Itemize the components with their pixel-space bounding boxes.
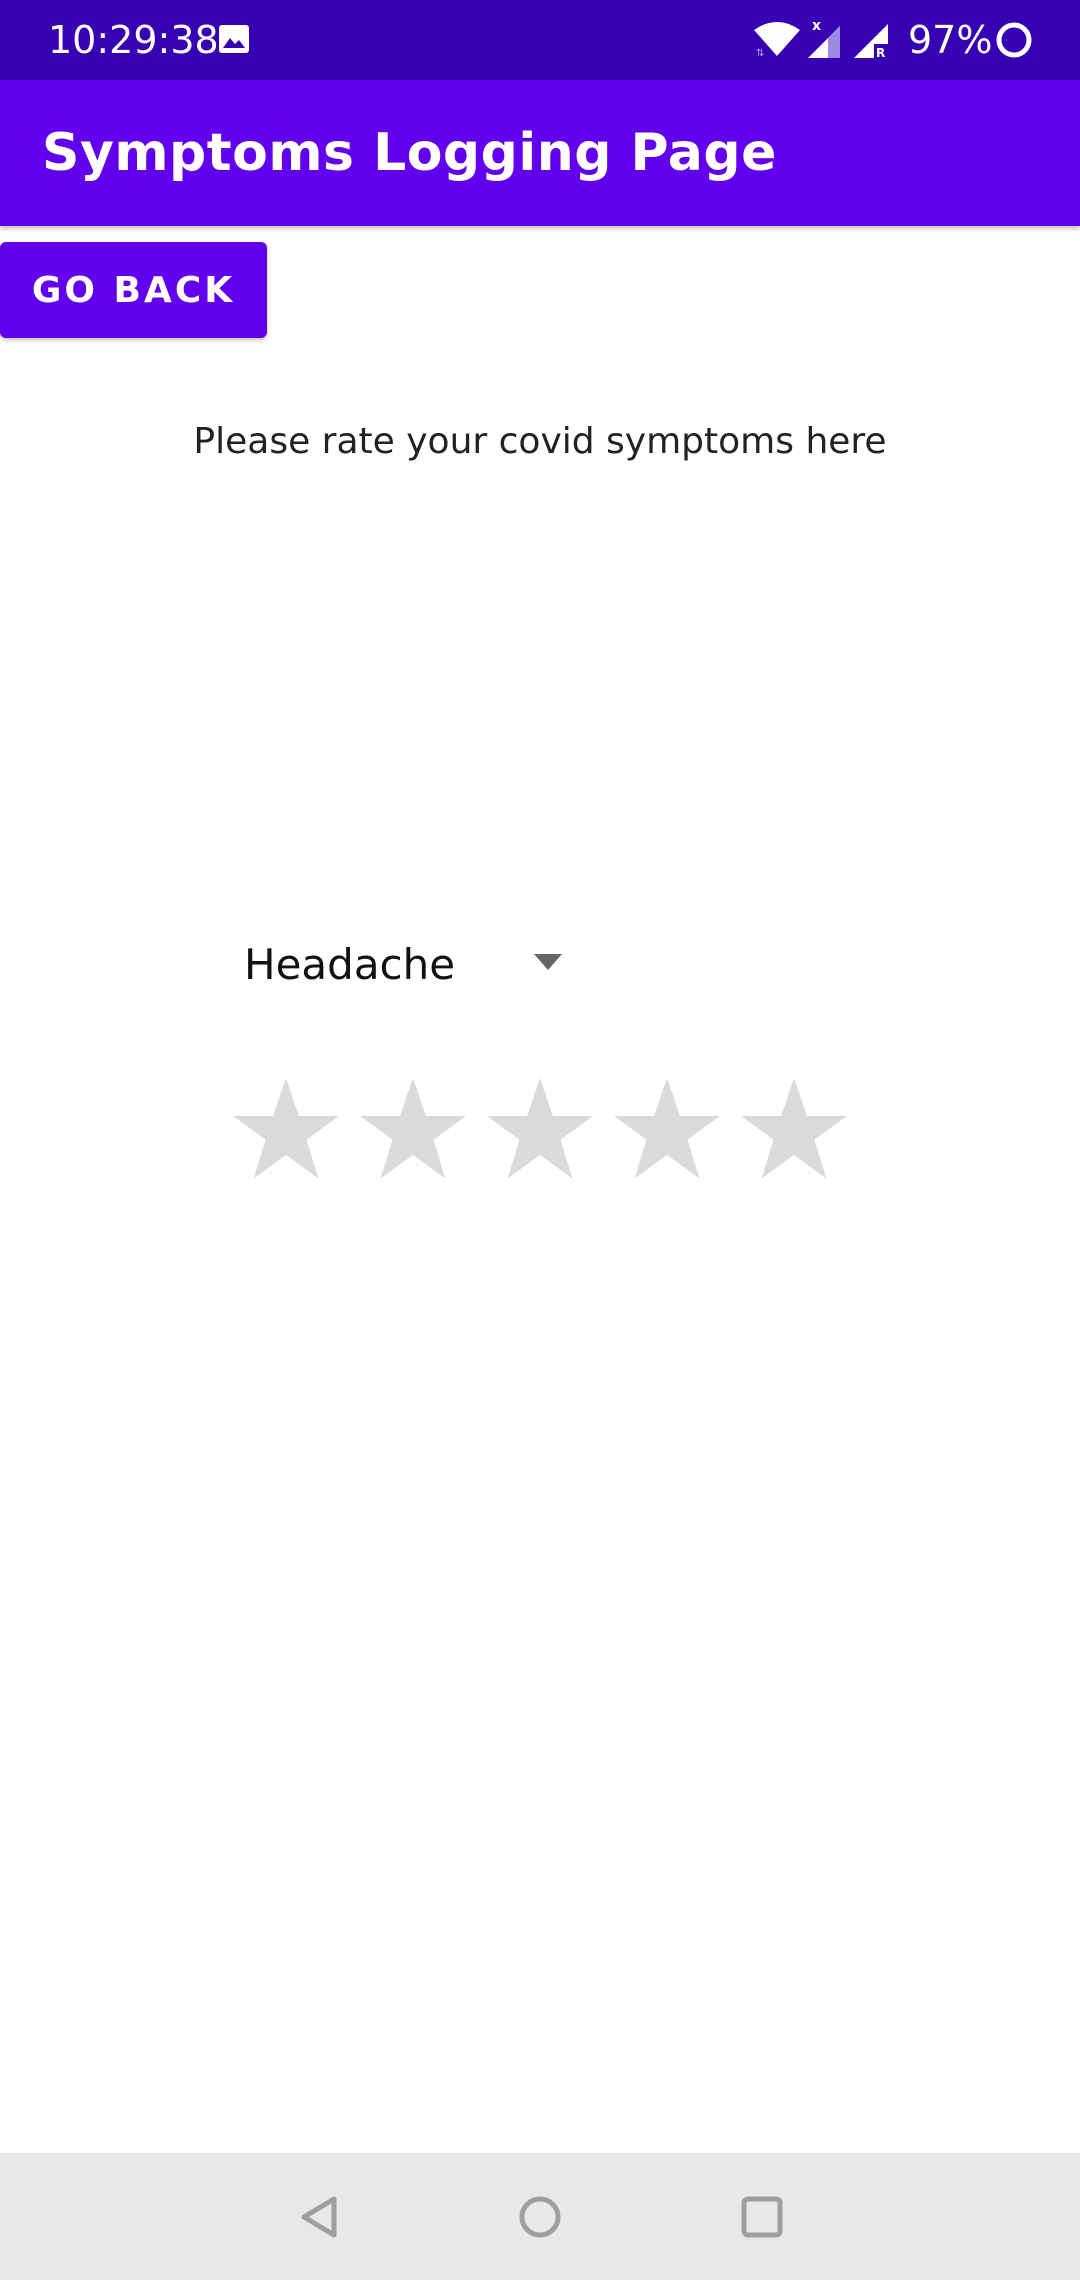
page-title: Symptoms Logging Page — [42, 123, 777, 183]
symptom-selected-value: Headache — [244, 939, 456, 989]
gallery-icon — [219, 25, 249, 53]
svg-text:x: x — [812, 18, 821, 34]
wifi-icon: ⇅ — [754, 22, 800, 58]
status-bar: 10:29:38 ⇅ x R 97% — [0, 0, 1080, 80]
star-2-icon[interactable] — [359, 1076, 467, 1184]
go-back-button[interactable]: GO BACK — [0, 242, 267, 338]
rating-prompt: Please rate your covid symptoms here — [193, 421, 887, 462]
battery-percent: 97% — [908, 18, 993, 62]
svg-text:⇅: ⇅ — [756, 48, 764, 58]
symptom-rating-bar[interactable] — [232, 1076, 852, 1186]
cell-signal-icon: x — [808, 18, 840, 58]
back-icon[interactable] — [296, 2193, 344, 2241]
status-time: 10:29:38 — [48, 18, 219, 62]
app-bar: Symptoms Logging Page — [0, 80, 1080, 226]
roaming-signal-icon: R — [854, 24, 888, 60]
recents-icon[interactable] — [738, 2193, 786, 2241]
svg-text:R: R — [876, 46, 885, 60]
navigation-bar — [0, 2153, 1080, 2280]
battery-saver-icon — [996, 22, 1032, 58]
star-4-icon[interactable] — [613, 1076, 721, 1184]
star-5-icon[interactable] — [740, 1076, 848, 1184]
symptom-dropdown[interactable]: Headache — [228, 924, 580, 1004]
dropdown-arrow-icon — [534, 954, 562, 970]
star-1-icon[interactable] — [232, 1076, 340, 1184]
home-icon[interactable] — [516, 2193, 564, 2241]
star-3-icon[interactable] — [486, 1076, 594, 1184]
